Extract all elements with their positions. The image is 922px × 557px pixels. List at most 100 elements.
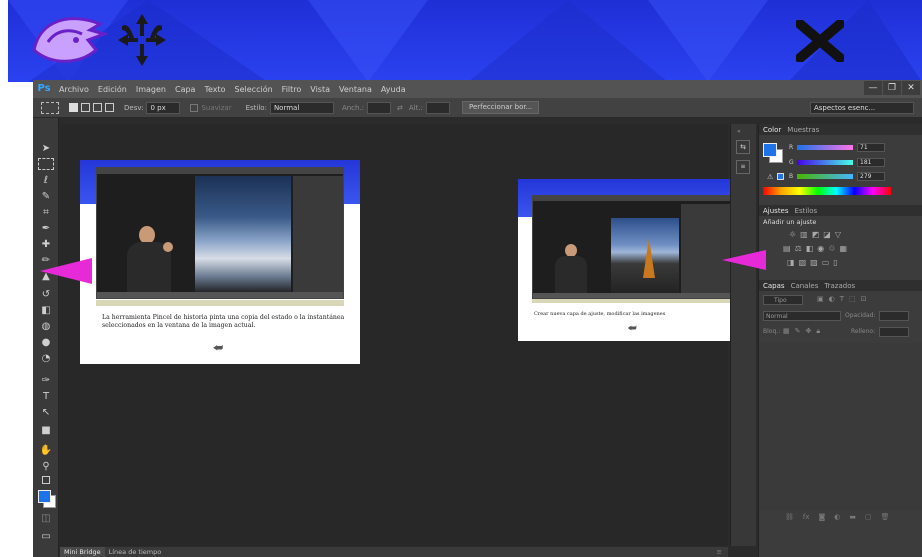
properties-panel-icon[interactable]: ≡: [736, 160, 750, 174]
document-canvas[interactable]: La herramienta Pincel de historia pinta …: [60, 124, 746, 546]
layer-mask-icon[interactable]: ◙: [819, 513, 826, 521]
channel-mixer-icon[interactable]: ♲: [828, 244, 835, 253]
lasso-tool-icon[interactable]: ℓ: [38, 174, 54, 188]
link-layers-icon[interactable]: ⛓: [785, 513, 794, 521]
refine-edge-button[interactable]: Perfeccionar bor...: [461, 101, 540, 114]
new-selection-icon[interactable]: [69, 103, 78, 112]
tab-color[interactable]: Color: [763, 126, 781, 134]
r-input[interactable]: 71: [857, 143, 885, 152]
color-spectrum-bar[interactable]: [763, 187, 891, 195]
new-adjustment-icon[interactable]: ◐: [834, 513, 840, 521]
close-button[interactable]: ✕: [902, 81, 920, 95]
gradient-map-icon[interactable]: ▭: [822, 258, 830, 267]
height-input[interactable]: [425, 101, 450, 114]
crop-tool-icon[interactable]: ⌗: [38, 206, 54, 220]
dodge-tool-icon[interactable]: ◔: [38, 352, 54, 366]
swap-icon[interactable]: ⇄: [397, 104, 403, 112]
panel-menu-icon[interactable]: ≡: [717, 548, 722, 556]
rectangle-tool-icon[interactable]: ■: [38, 424, 54, 438]
layers-list[interactable]: [759, 343, 922, 511]
curves-icon[interactable]: ◩: [812, 230, 820, 239]
g-input[interactable]: 181: [857, 158, 885, 167]
tab-channels[interactable]: Canales: [791, 282, 819, 290]
quick-mask-icon[interactable]: ◫: [38, 512, 54, 526]
move-tool-icon[interactable]: ➤: [38, 142, 54, 156]
vibrance-icon[interactable]: ▽: [835, 230, 841, 239]
menu-vista[interactable]: Vista: [310, 85, 330, 94]
eraser-tool-icon[interactable]: ◧: [38, 304, 54, 318]
marquee-tool-preset-icon[interactable]: [41, 101, 59, 114]
zoom-tool-icon[interactable]: ⚲: [38, 460, 54, 474]
quick-selection-tool-icon[interactable]: ✎: [38, 190, 54, 204]
opacity-input[interactable]: [879, 311, 909, 321]
minimize-button[interactable]: —: [864, 81, 882, 95]
menu-imagen[interactable]: Imagen: [136, 85, 166, 94]
paint-bucket-tool-icon[interactable]: ◍: [38, 320, 54, 334]
web-safe-swatch[interactable]: [777, 173, 784, 180]
filter-shape-icon[interactable]: ⬚: [849, 295, 856, 303]
default-colors-icon[interactable]: [42, 476, 50, 484]
eyedropper-tool-icon[interactable]: ✒: [38, 222, 54, 236]
tab-paths[interactable]: Trazados: [824, 282, 855, 290]
lock-image-icon[interactable]: ✎: [795, 327, 801, 336]
tab-mini-bridge[interactable]: Mini Bridge: [60, 547, 105, 557]
color-fg-swatch[interactable]: [763, 143, 777, 157]
lock-all-icon[interactable]: 🔒︎: [816, 327, 820, 336]
threshold-icon[interactable]: ▨: [810, 258, 818, 267]
tab-adjustments[interactable]: Ajustes: [763, 207, 789, 215]
layer-filter-select[interactable]: Tipo: [763, 295, 803, 305]
width-input[interactable]: [367, 101, 392, 114]
b-input[interactable]: 279: [857, 172, 885, 181]
filter-adjustment-icon[interactable]: ◐: [829, 295, 835, 303]
new-layer-icon[interactable]: ▢: [865, 513, 872, 521]
b-slider[interactable]: [797, 174, 853, 179]
feather-input[interactable]: 0 px: [146, 101, 181, 114]
hue-saturation-icon[interactable]: ▤: [783, 244, 791, 253]
menu-filtro[interactable]: Filtro: [282, 85, 302, 94]
menu-texto[interactable]: Texto: [204, 85, 225, 94]
color-lookup-icon[interactable]: ▦: [839, 244, 847, 253]
fill-input[interactable]: [879, 327, 909, 337]
exposure-icon[interactable]: ◪: [823, 230, 831, 239]
menu-ventana[interactable]: Ventana: [339, 85, 372, 94]
style-select[interactable]: Normal: [269, 101, 334, 114]
close-presentation-icon[interactable]: [796, 20, 844, 62]
brightness-icon[interactable]: ☼: [789, 230, 796, 239]
hand-tool-icon[interactable]: ✋: [38, 444, 54, 458]
menu-archivo[interactable]: Archivo: [59, 85, 89, 94]
healing-brush-tool-icon[interactable]: ✚: [38, 238, 54, 252]
blend-mode-select[interactable]: Normal: [763, 311, 841, 321]
intersect-selection-icon[interactable]: [105, 103, 114, 112]
lock-position-icon[interactable]: ✥: [806, 327, 812, 336]
r-slider[interactable]: [797, 145, 853, 150]
path-selection-tool-icon[interactable]: ↖: [38, 406, 54, 420]
menu-ayuda[interactable]: Ayuda: [381, 85, 406, 94]
blur-tool-icon[interactable]: ●: [38, 336, 54, 350]
menu-capa[interactable]: Capa: [175, 85, 195, 94]
levels-icon[interactable]: ▥: [800, 230, 808, 239]
delete-layer-icon[interactable]: 🗑︎: [881, 513, 890, 521]
pen-tool-icon[interactable]: ✑: [38, 374, 54, 388]
type-tool-icon[interactable]: T: [38, 390, 54, 404]
foreground-color-swatch[interactable]: [38, 490, 51, 503]
workspace-select[interactable]: Aspectos esenc...: [810, 101, 914, 114]
new-group-icon[interactable]: ▬: [849, 513, 856, 521]
filter-type-icon[interactable]: T: [840, 295, 844, 303]
filter-smart-icon[interactable]: ⊡: [861, 295, 867, 303]
subtract-selection-icon[interactable]: [93, 103, 102, 112]
restore-button[interactable]: ❐: [883, 81, 901, 95]
history-panel-icon[interactable]: ⇆: [736, 140, 750, 154]
tab-styles[interactable]: Estilos: [795, 207, 818, 215]
lock-transparent-icon[interactable]: ▦: [783, 327, 790, 336]
tab-layers[interactable]: Capas: [763, 282, 785, 290]
collapse-toggle-icon[interactable]: «: [737, 128, 741, 135]
menu-seleccion[interactable]: Selección: [235, 85, 273, 94]
tab-timeline[interactable]: Línea de tiempo: [105, 548, 166, 556]
add-selection-icon[interactable]: [81, 103, 90, 112]
right-slide-back-icon[interactable]: ⮨: [622, 323, 642, 335]
invert-icon[interactable]: ◨: [787, 258, 795, 267]
g-slider[interactable]: [797, 160, 853, 165]
marquee-tool-icon[interactable]: [38, 158, 54, 170]
history-brush-tool-icon[interactable]: ↺: [38, 288, 54, 302]
filter-pixel-icon[interactable]: ▣: [817, 295, 824, 303]
